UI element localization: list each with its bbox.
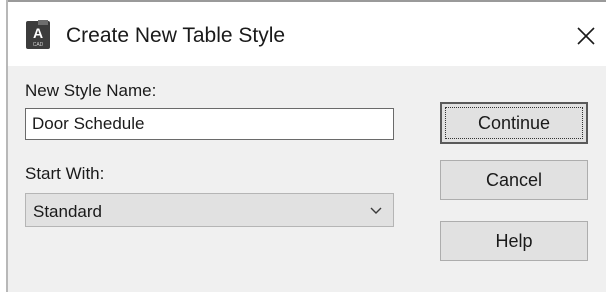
app-icon-subtext: CAD [33, 42, 44, 48]
cancel-button[interactable]: Cancel [440, 160, 588, 200]
new-style-name-input[interactable] [25, 108, 394, 140]
close-icon [577, 27, 595, 45]
cancel-button-label: Cancel [485, 169, 543, 190]
app-icon-letter: A [33, 25, 43, 41]
continue-button-label: Continue [477, 112, 551, 133]
help-button-label: Help [495, 230, 533, 251]
start-with-label: Start With: [25, 164, 105, 183]
chevron-down-icon [370, 207, 382, 214]
close-button[interactable] [566, 16, 606, 56]
autocad-app-icon: A CAD [26, 20, 50, 49]
start-with-dropdown[interactable]: Standard [25, 193, 394, 227]
create-table-style-dialog: A CAD Create New Table Style New Style N… [0, 0, 606, 292]
start-with-selected-value: Standard [33, 202, 102, 221]
continue-button[interactable]: Continue [440, 102, 588, 144]
new-style-name-label: New Style Name: [25, 81, 157, 100]
dialog-body: New Style Name: Start With: Standard Con… [8, 66, 606, 292]
title-bar[interactable]: A CAD Create New Table Style [8, 2, 606, 66]
window-title: Create New Table Style [66, 24, 286, 47]
help-button[interactable]: Help [440, 221, 588, 261]
